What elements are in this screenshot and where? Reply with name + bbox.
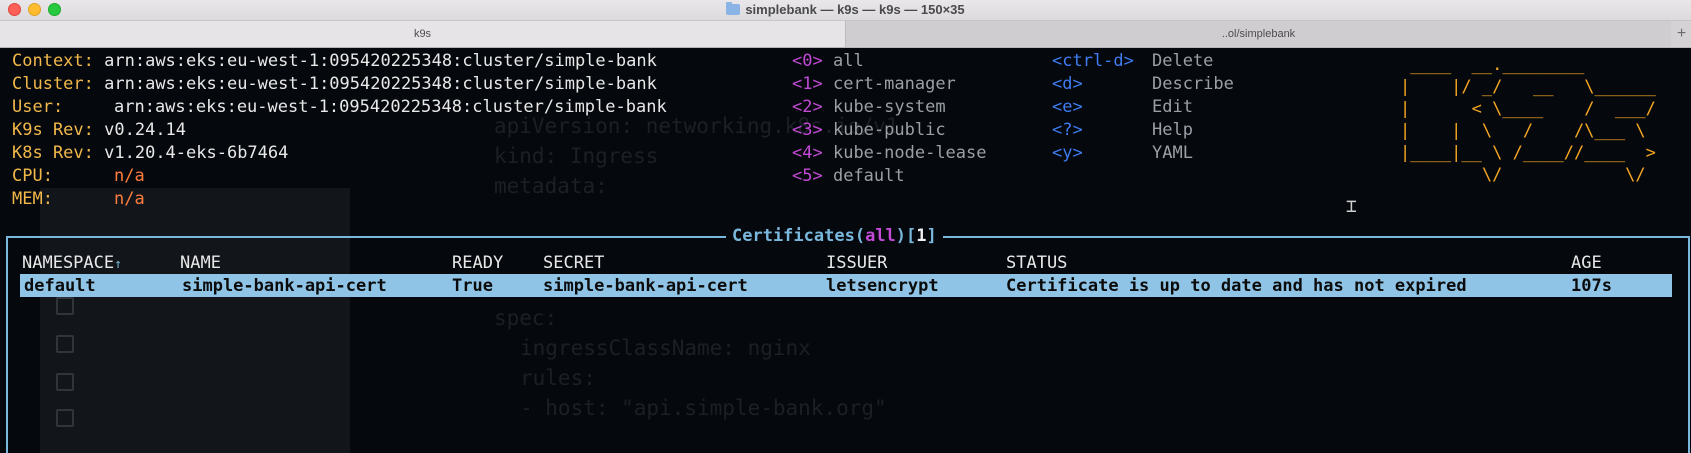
info-row-context: Context: arn:aws:eks:eu-west-1:095420225… [12, 51, 657, 71]
namespace-shortcut-kube-node-lease[interactable]: <4> kube-node-lease [792, 142, 987, 164]
terminal-tab-bar: k9s ..ol/simplebank + [0, 21, 1691, 48]
tab-k9s[interactable]: k9s [0, 21, 846, 47]
column-header-ready[interactable]: READY [452, 252, 503, 274]
info-row-cluster: Cluster: arn:aws:eks:eu-west-1:095420225… [12, 74, 657, 94]
info-row-k8s-rev: K8s Rev: v1.20.4-eks-6b7464 [12, 143, 289, 163]
sort-ascending-icon: ↑ [114, 257, 122, 272]
window-title: simplebank — k9s — k9s — 150×35 [0, 2, 1691, 17]
resource-table-title: Certificates(all)[1] [726, 225, 943, 247]
namespace-shortcut-all[interactable]: <0> all [792, 50, 864, 72]
cell-age: 107s [1571, 276, 1612, 296]
column-header-age[interactable]: AGE [1571, 252, 1602, 274]
column-header-status[interactable]: STATUS [1006, 252, 1067, 274]
info-row-mem: MEM: n/a [12, 189, 145, 209]
background-code-ghost: metadata: [494, 174, 608, 198]
cell-status: Certificate is up to date and has not ex… [1006, 276, 1467, 296]
namespace-shortcut-cert-manager[interactable]: <1> cert-manager [792, 73, 956, 95]
column-header-namespace[interactable]: NAMESPACE↑ [22, 252, 122, 276]
info-row-cpu: CPU: n/a [12, 166, 145, 186]
new-tab-button[interactable]: + [1672, 21, 1691, 47]
cell-namespace: default [24, 276, 96, 296]
folder-icon [726, 2, 741, 15]
tab-label: ..ol/simplebank [1221, 28, 1296, 40]
hotkey-yaml[interactable]: <y> YAML [1052, 142, 1193, 164]
hotkey-delete[interactable]: <ctrl-d> Delete [1052, 50, 1213, 72]
namespace-shortcut-kube-system[interactable]: <2> kube-system [792, 96, 946, 118]
cell-name: simple-bank-api-cert [182, 276, 387, 296]
k9s-logo: ____ __.________ | |/ _/ __ \______ | < \… [1400, 55, 1656, 185]
info-row-k9s-rev: K9s Rev: v0.24.14 [12, 120, 187, 140]
hotkey-describe[interactable]: <d> Describe [1052, 73, 1234, 95]
cell-issuer: letsencrypt [826, 276, 939, 296]
hotkey-edit[interactable]: <e> Edit [1052, 96, 1193, 118]
tab-simplebank[interactable]: ..ol/simplebank [846, 21, 1671, 47]
column-header-name[interactable]: NAME [180, 252, 221, 274]
namespace-shortcut-kube-public[interactable]: <3> kube-public [792, 119, 946, 141]
namespace-shortcut-default[interactable]: <5> default [792, 165, 905, 187]
window-title-text: simplebank — k9s — k9s — 150×35 [745, 2, 965, 17]
info-row-user: User: arn:aws:eks:eu-west-1:095420225348:… [12, 97, 667, 117]
cell-ready: True [452, 276, 493, 296]
tab-label: k9s [413, 28, 432, 40]
column-header-issuer[interactable]: ISSUER [826, 252, 887, 274]
column-header-secret[interactable]: SECRET [543, 252, 604, 274]
hotkey-help[interactable]: <?> Help [1052, 119, 1193, 141]
cell-secret: simple-bank-api-cert [543, 276, 748, 296]
background-code-ghost: kind: Ingress [494, 144, 659, 168]
window-titlebar: simplebank — k9s — k9s — 150×35 [0, 0, 1691, 21]
terminal-view[interactable]: apiVersion: networking.k8s.io/v1 kind: I… [0, 48, 1691, 453]
text-cursor-icon: ⌶ [1346, 196, 1357, 217]
